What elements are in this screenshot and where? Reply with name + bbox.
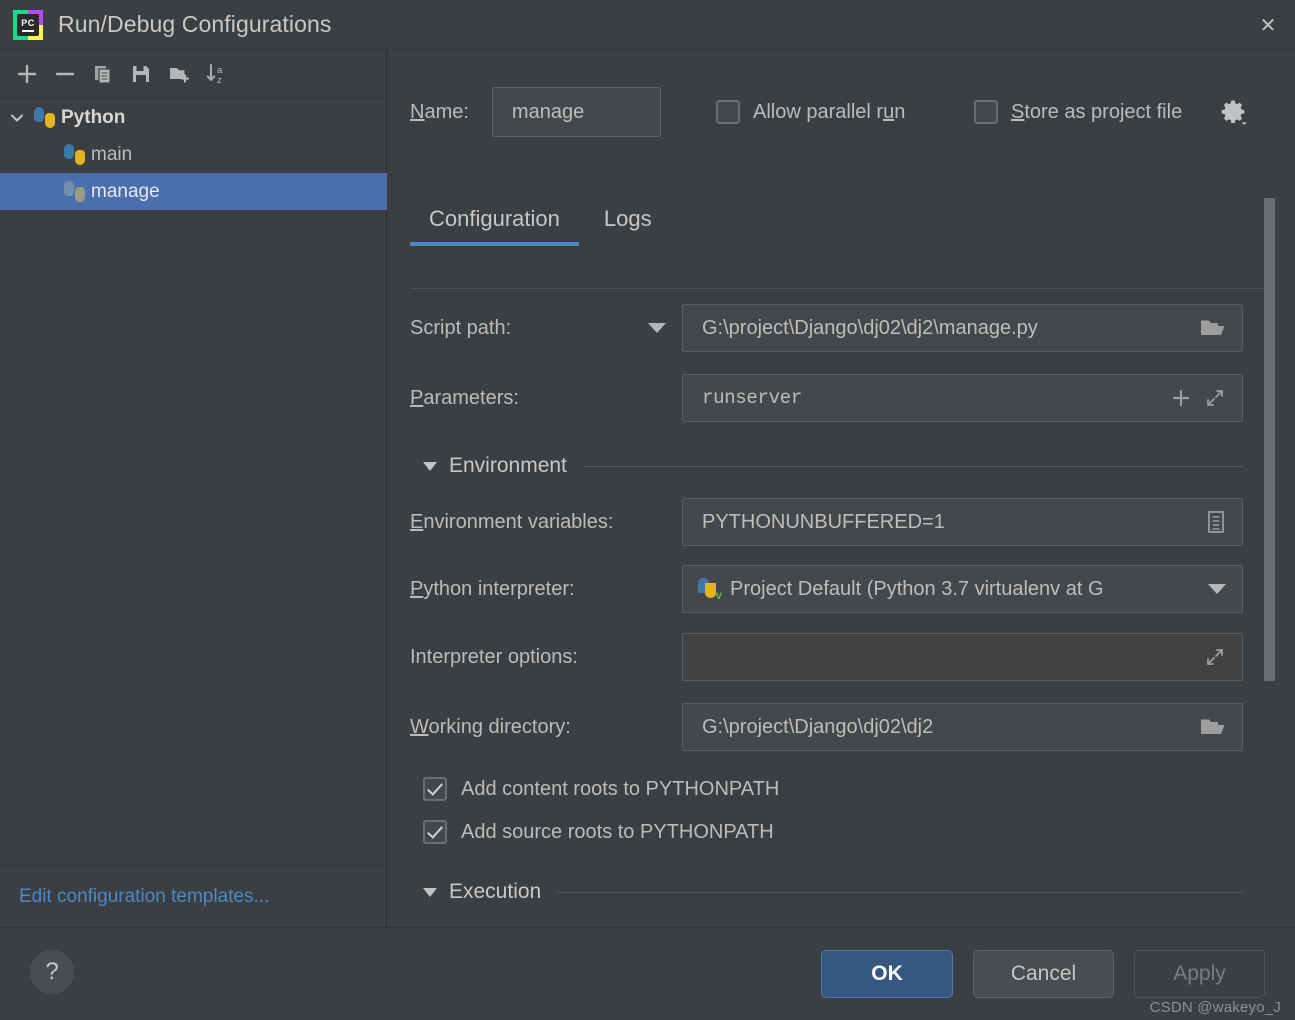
watermark: CSDN @wakeyo_J [1149,999,1281,1016]
pycharm-icon-text: PC [17,13,39,36]
tree-item-label: Python [61,107,126,128]
python-icon [64,181,85,202]
working-directory-input[interactable]: G:\project\Django\dj02\dj2 [682,703,1243,751]
interpreter-options-row: Interpreter options: [410,633,1243,681]
python-icon [64,144,85,165]
environment-section-header: Environment [423,452,1243,480]
add-configuration-button[interactable] [10,58,43,91]
add-source-roots-label: Add source roots to PYTHONPATH [461,820,774,843]
remove-configuration-button[interactable] [48,58,81,91]
python-interpreter-select[interactable]: v Project Default (Python 3.7 virtualenv… [682,565,1243,613]
parameters-input[interactable]: runserver [682,374,1243,422]
store-as-project-file-checkbox[interactable]: Store as project file [974,100,1182,124]
svg-text:z: z [217,75,222,86]
tree-item-main[interactable]: main [0,136,387,173]
pycharm-icon: PC [13,9,43,40]
form-scrollbar-thumb[interactable] [1264,198,1275,681]
parameters-label: Parameters: [410,386,519,409]
sort-configurations-button[interactable]: a z [200,58,233,91]
environment-variables-value: PYTHONUNBUFFERED=1 [702,510,945,533]
script-path-input[interactable]: G:\project\Django\dj02\dj2\manage.py [682,304,1243,352]
chevron-down-icon[interactable] [648,323,666,333]
page-title: Run/Debug Configurations [58,11,332,37]
environment-variables-input[interactable]: PYTHONUNBUFFERED=1 [682,498,1243,546]
new-folder-button[interactable] [162,58,195,91]
tree-item-manage[interactable]: manage [0,173,387,210]
section-divider [582,465,1243,467]
python-icon [34,107,55,128]
title-bar: PC Run/Debug Configurations ✕ [0,0,1295,50]
working-directory-value: G:\project\Django\dj02\dj2 [702,715,934,738]
tree-item-python-group[interactable]: Python [0,99,387,136]
close-icon[interactable]: ✕ [1241,0,1295,50]
environment-variables-label: Environment variables: [410,510,614,533]
expand-icon[interactable] [1204,646,1226,668]
folder-open-icon[interactable] [1200,317,1226,339]
save-configuration-button[interactable] [124,58,157,91]
tab-configuration[interactable]: Configuration [410,202,579,246]
add-content-roots-checkbox[interactable]: Add content roots to PYTHONPATH [423,772,1243,806]
interpreter-options-label: Interpreter options: [410,645,578,668]
chevron-down-icon[interactable] [423,461,437,471]
script-path-label: Script path: [410,316,512,339]
apply-button: Apply [1134,950,1265,998]
name-input[interactable]: manage [491,87,661,137]
edit-configuration-templates-link[interactable]: Edit configuration templates... [19,886,269,908]
tree-item-label: manage [91,181,160,202]
configuration-form: Script path: G:\project\Django\dj02\dj2\… [410,290,1243,927]
list-edit-icon[interactable] [1206,510,1226,534]
working-directory-label: Working directory: [410,715,571,738]
run-debug-configurations-dialog: PC Run/Debug Configurations ✕ a z Python… [0,0,1295,1020]
checkbox-box[interactable] [423,820,447,844]
editor-tabs[interactable]: Configuration Logs [410,202,1275,254]
environment-variables-row: Environment variables: PYTHONUNBUFFERED=… [410,498,1243,546]
name-label: Name: [410,100,469,123]
allow-parallel-run-label: Allow parallel run [753,100,906,123]
section-divider [557,891,1243,893]
dialog-footer: ? OK Cancel Apply CSDN @wakeyo_J [0,927,1295,1020]
configurations-tree[interactable]: Python main manage [0,99,387,865]
configurations-footer: Edit configuration templates... [0,865,387,927]
allow-parallel-run-checkbox[interactable]: Allow parallel run [716,100,905,124]
checkbox-box[interactable] [716,100,740,124]
parameters-row: Parameters: runserver [410,374,1243,422]
folder-open-icon[interactable] [1200,716,1226,738]
python-interpreter-value: Project Default (Python 3.7 virtualenv a… [730,577,1104,600]
plus-icon[interactable] [1170,387,1192,409]
environment-section-title: Environment [449,454,567,477]
configurations-toolbar: a z [0,50,387,99]
python-venv-icon: v [697,577,722,601]
python-interpreter-row: Python interpreter: v Project Default (P… [410,565,1243,613]
ok-button[interactable]: OK [821,950,953,998]
gear-icon[interactable] [1218,98,1248,128]
execution-section-title: Execution [449,880,542,903]
expand-icon[interactable] [1204,387,1226,409]
execution-section-header: Execution [423,878,1243,906]
tab-logs[interactable]: Logs [585,202,671,246]
python-interpreter-label: Python interpreter: [410,577,575,600]
configuration-editor: Name: manage Allow parallel run Store as… [388,50,1295,927]
tree-item-label: main [91,144,133,165]
checkbox-box[interactable] [974,100,998,124]
help-button[interactable]: ? [30,950,74,994]
chevron-down-icon[interactable] [0,109,34,127]
configurations-panel: a z Python main manage Edit configuratio… [0,50,387,927]
tabs-divider [410,288,1275,289]
parameters-value: runserver [702,387,802,409]
working-directory-row: Working directory: G:\project\Django\dj0… [410,703,1243,751]
add-content-roots-label: Add content roots to PYTHONPATH [461,777,780,800]
copy-configuration-button[interactable] [86,58,119,91]
chevron-down-icon[interactable] [423,887,437,897]
script-path-row: Script path: G:\project\Django\dj02\dj2\… [410,304,1243,352]
interpreter-options-input[interactable] [682,633,1243,681]
store-as-project-file-label: Store as project file [1011,100,1183,123]
cancel-button[interactable]: Cancel [973,950,1114,998]
chevron-down-icon[interactable] [1208,584,1226,594]
checkbox-box[interactable] [423,777,447,801]
script-path-value: G:\project\Django\dj02\dj2\manage.py [702,316,1038,339]
add-source-roots-checkbox[interactable]: Add source roots to PYTHONPATH [423,815,1243,849]
